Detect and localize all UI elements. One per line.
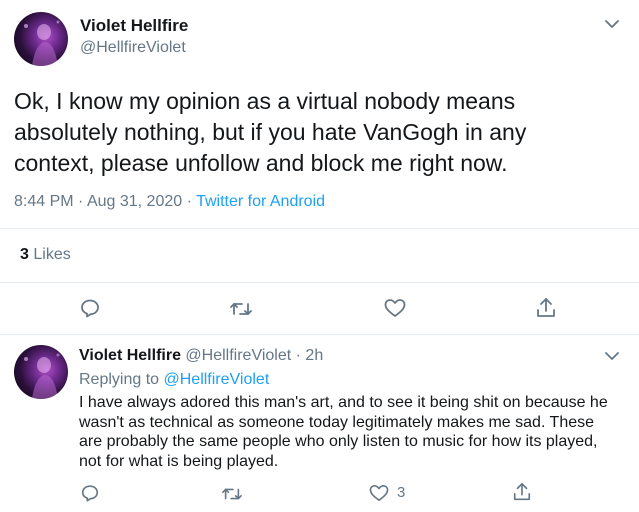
divider [0, 334, 639, 335]
chevron-down-icon[interactable] [604, 350, 620, 362]
avatar[interactable] [14, 345, 68, 399]
reply-text: I have always adored this man's art, and… [79, 393, 635, 471]
tweet-text-line: Ok, I know my opinion as a virtual nobod… [14, 88, 516, 114]
meta-separator: · [78, 193, 84, 210]
tweet-age[interactable]: 2h [305, 347, 323, 364]
author-name[interactable]: Violet Hellfire [80, 16, 188, 36]
likes-label: Likes [33, 246, 71, 263]
meta-separator: · [295, 347, 301, 364]
divider [0, 282, 639, 283]
tweet-text: Ok, I know my opinion as a virtual nobod… [14, 86, 634, 179]
share-icon[interactable] [535, 296, 557, 320]
likes-stat[interactable]: 3 Likes [20, 246, 71, 264]
reply-text-line: wasn't as technical as someone today leg… [79, 413, 595, 431]
tweet-meta: 8:44 PM · Aug 31, 2020 · Twitter for And… [14, 193, 325, 211]
replying-to: Replying to @HellfireViolet [79, 371, 269, 389]
reply-text-line: not for what is being played. [79, 452, 279, 470]
divider [0, 228, 639, 229]
meta-separator: · [186, 193, 192, 210]
replying-to-label: Replying to [79, 371, 160, 388]
avatar[interactable] [14, 12, 68, 66]
retweet-icon[interactable] [221, 484, 243, 504]
heart-icon[interactable] [384, 298, 406, 318]
tweet-text-line: context, please unfollow and block me ri… [14, 150, 508, 176]
reply-text-line: I have always adored this man's art, and… [79, 394, 608, 411]
author-name[interactable]: Violet Hellfire [79, 347, 181, 364]
retweet-icon[interactable] [229, 298, 253, 320]
replying-to-handle[interactable]: @HellfireViolet [164, 371, 270, 388]
chevron-down-icon[interactable] [604, 18, 620, 30]
reply-icon[interactable] [79, 297, 101, 319]
tweet-time[interactable]: 8:44 PM [14, 193, 74, 210]
author-handle[interactable]: @HellfireViolet [185, 347, 291, 364]
tweet-text-line: absolutely nothing, but if you hate VanG… [14, 119, 527, 145]
like-count: 3 [397, 484, 406, 501]
reply-header: Violet Hellfire @HellfireViolet · 2h [79, 347, 323, 365]
tweet-date[interactable]: Aug 31, 2020 [87, 193, 182, 210]
author-handle[interactable]: @HellfireViolet [80, 39, 186, 57]
reply-text-line: are probably the same people who only li… [79, 433, 598, 450]
tweet-source-link[interactable]: Twitter for Android [196, 193, 325, 210]
share-icon[interactable] [512, 481, 532, 503]
heart-icon[interactable] [369, 484, 389, 502]
likes-count: 3 [20, 246, 29, 263]
reply-icon[interactable] [80, 483, 100, 503]
